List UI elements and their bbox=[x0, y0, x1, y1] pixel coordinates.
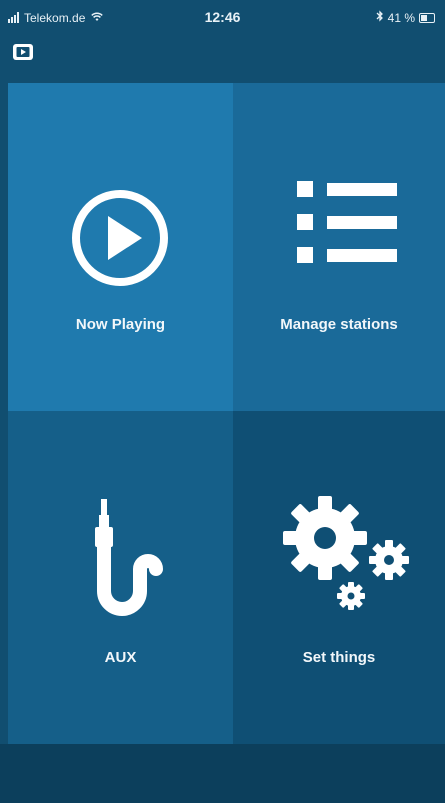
tile-label-aux: AUX bbox=[104, 649, 137, 666]
battery-icon bbox=[419, 12, 435, 23]
status-right: 41 % bbox=[376, 10, 435, 25]
app-screen: Telekom.de 12:46 41 % Now Playing Manage… bbox=[0, 0, 445, 803]
battery-percent: 41 % bbox=[387, 10, 415, 25]
gears-icon bbox=[283, 496, 413, 616]
tile-manage-stations[interactable]: Manage stations bbox=[233, 83, 445, 411]
bottom-bar bbox=[0, 744, 445, 803]
status-bar: Telekom.de 12:46 41 % bbox=[0, 0, 445, 40]
tile-aux[interactable]: AUX bbox=[8, 411, 233, 744]
aux-cable-icon bbox=[83, 499, 163, 624]
list-icon bbox=[297, 181, 397, 272]
tile-now-playing[interactable]: Now Playing bbox=[8, 83, 233, 411]
tile-label-manage-stations: Manage stations bbox=[280, 316, 398, 333]
tile-label-now-playing: Now Playing bbox=[75, 316, 166, 333]
bluetooth-icon bbox=[376, 10, 384, 25]
play-circle-icon bbox=[70, 188, 170, 293]
tile-set-things[interactable]: Set things bbox=[233, 411, 445, 744]
app-logo-icon bbox=[12, 43, 34, 61]
tile-label-set-things: Set things bbox=[302, 649, 376, 666]
